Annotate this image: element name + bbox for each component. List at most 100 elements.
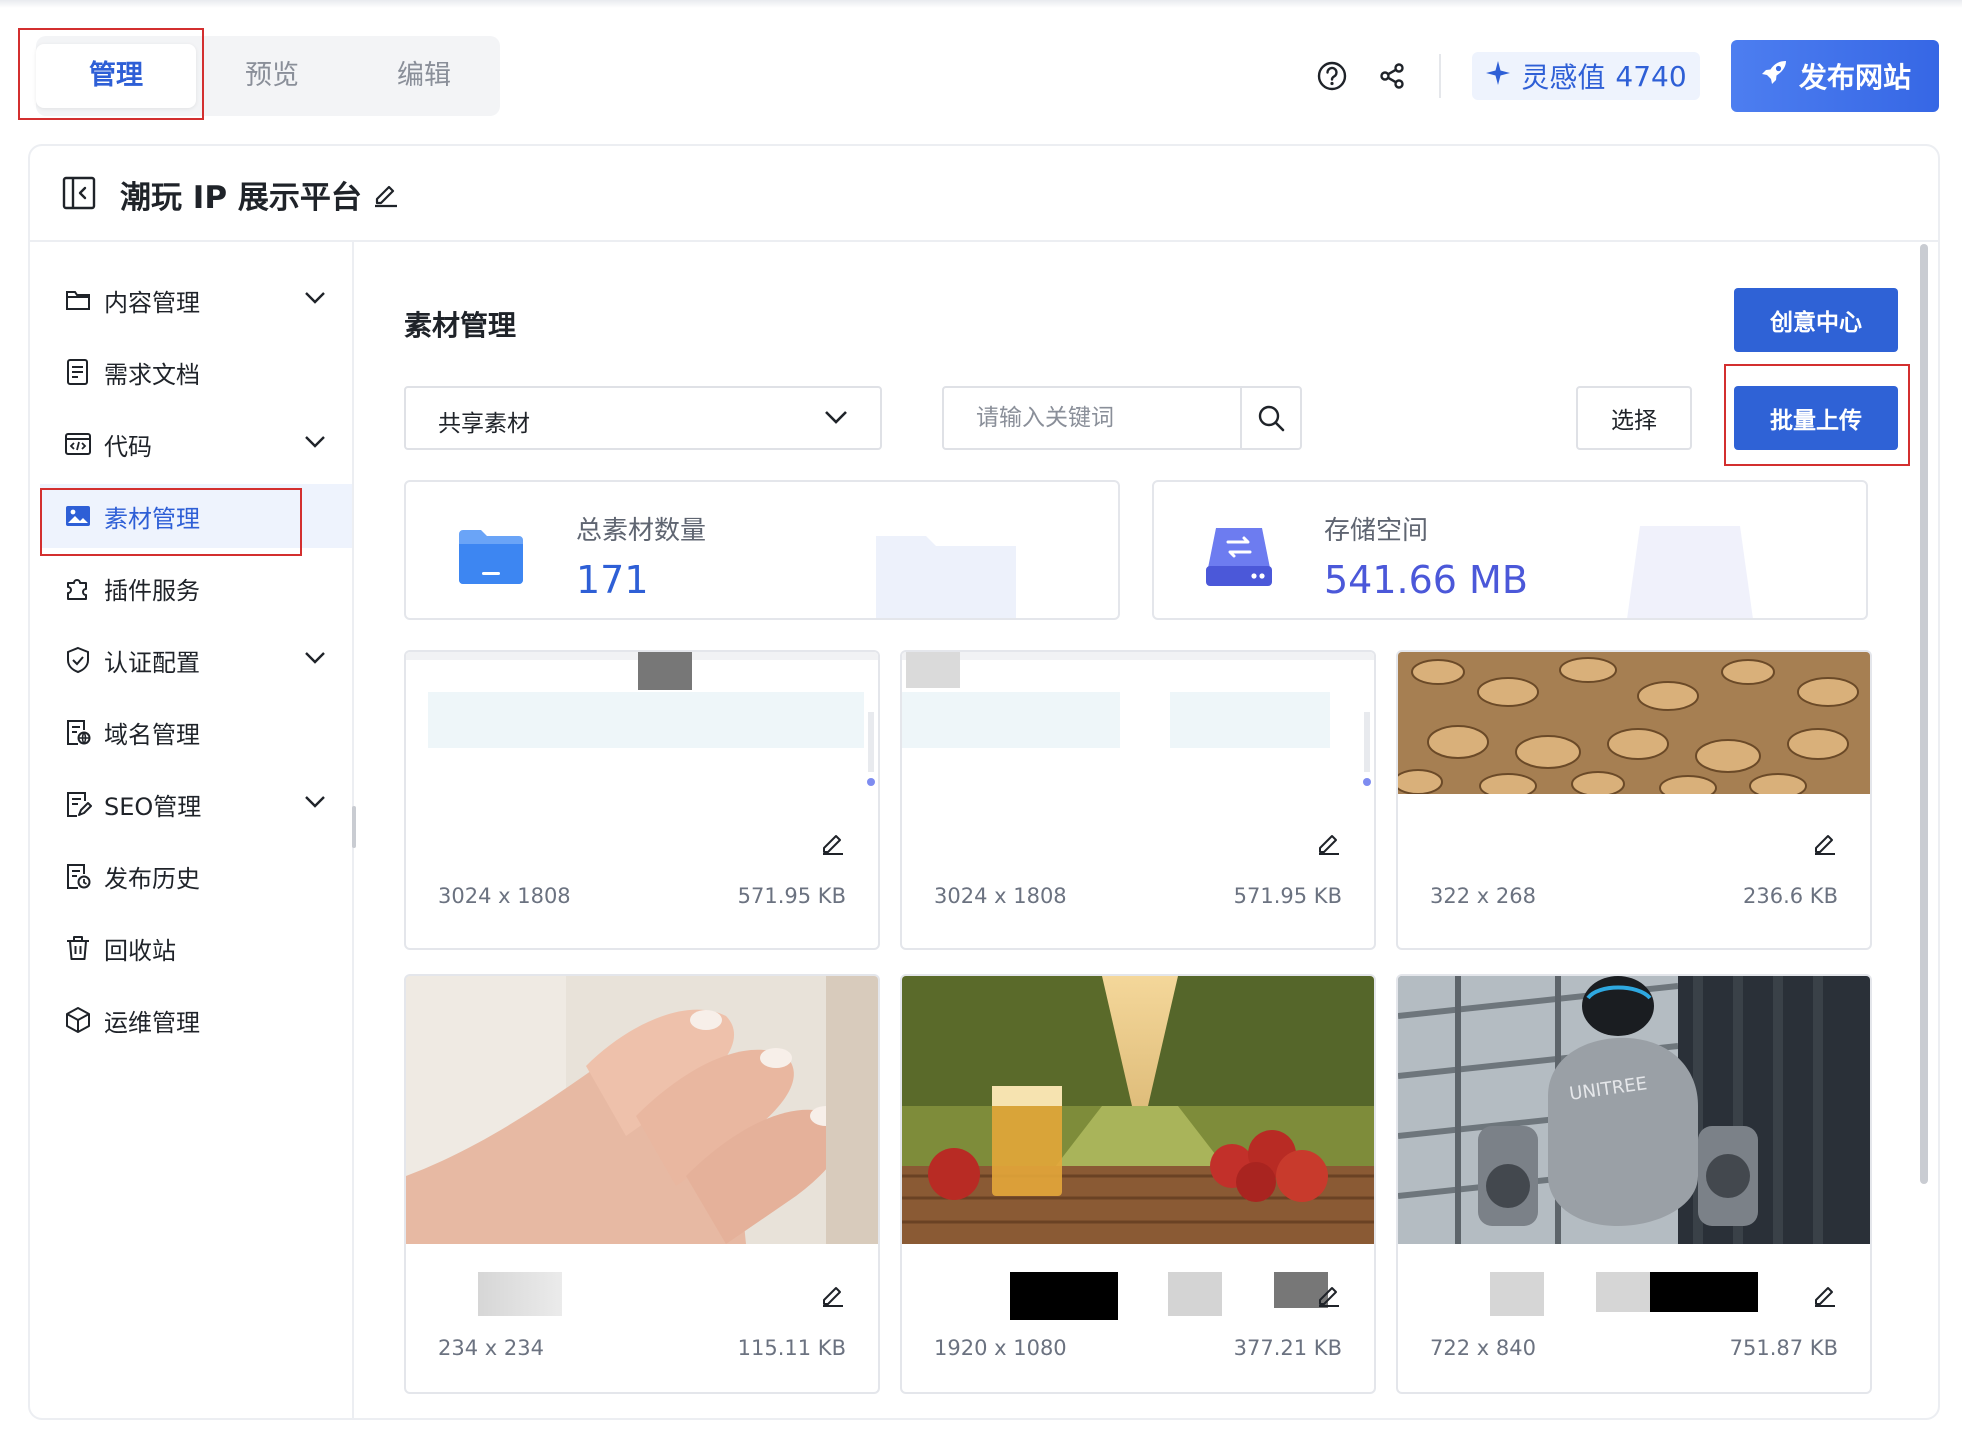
sidebar-item-label: 插件服务	[104, 576, 200, 605]
redacted-filename	[1650, 1272, 1758, 1312]
rocket-icon	[1759, 58, 1789, 95]
sidebar-item-label: 运维管理	[104, 1008, 200, 1037]
drive-watermark-icon	[1624, 526, 1764, 618]
creative-center-button[interactable]: 创意中心	[1734, 288, 1898, 352]
redacted-filename	[478, 1272, 562, 1316]
inspiration-label: 灵感值	[1521, 61, 1606, 94]
sidebar-item-seo[interactable]: SEO管理	[40, 772, 352, 836]
redacted-filename	[1490, 1272, 1544, 1316]
sidebar-item-ops[interactable]: 运维管理	[40, 988, 352, 1052]
edit-icon[interactable]	[820, 830, 846, 860]
folder-icon	[64, 286, 92, 314]
asset-filesize: 571.95 KB	[1233, 884, 1342, 908]
asset-filter-select[interactable]: 共享素材	[404, 386, 882, 450]
sidebar-collapse-icon[interactable]	[62, 176, 96, 214]
sidebar-item-publish-history[interactable]: 发布历史	[40, 844, 352, 908]
sidebar-item-content[interactable]: 内容管理	[40, 268, 352, 332]
trash-icon	[64, 934, 92, 962]
asset-card[interactable]: 234 x 234 115.11 KB	[404, 974, 880, 1394]
edit-icon[interactable]	[820, 1282, 846, 1312]
sidebar-item-domain[interactable]: 域名管理	[40, 700, 352, 764]
stat-storage: 存储空间 541.66 MB	[1152, 480, 1868, 620]
share-icon[interactable]	[1372, 56, 1412, 96]
help-icon[interactable]	[1312, 56, 1352, 96]
edit-title-icon[interactable]	[372, 180, 400, 212]
asset-dimensions: 1920 x 1080	[934, 1336, 1067, 1360]
asset-filesize: 751.87 KB	[1729, 1336, 1838, 1360]
edit-icon[interactable]	[1316, 1282, 1342, 1312]
asset-card[interactable]: UNITREE 722 x 840 751.87 KB	[1396, 974, 1872, 1394]
history-doc-icon	[64, 862, 92, 890]
redacted-filename	[1168, 1272, 1222, 1316]
search-input[interactable]	[944, 388, 1240, 448]
search-box	[942, 386, 1302, 450]
edit-icon[interactable]	[1812, 830, 1838, 860]
chevron-down-icon[interactable]	[304, 290, 326, 309]
sidebar-item-plugins[interactable]: 插件服务	[40, 556, 352, 620]
asset-dimensions: 722 x 840	[1430, 1336, 1536, 1360]
asset-thumbnail[interactable]	[406, 976, 878, 1244]
publish-label: 发布网站	[1798, 61, 1911, 94]
sidebar-item-label: 内容管理	[104, 288, 200, 317]
sidebar-item-label: 回收站	[104, 936, 176, 965]
edit-icon[interactable]	[1812, 1282, 1838, 1312]
chevron-down-icon[interactable]	[304, 794, 326, 813]
top-shadow	[0, 0, 1962, 8]
chevron-down-icon[interactable]	[304, 650, 326, 669]
site-title: 潮玩 IP 展示平台	[120, 180, 362, 216]
asset-thumbnail[interactable]	[406, 652, 878, 794]
sidebar-item-label: 认证配置	[104, 648, 200, 677]
tab-edit[interactable]: 编辑	[348, 44, 500, 108]
redacted-filename	[1596, 1272, 1650, 1312]
sidebar-item-label: 代码	[104, 432, 152, 461]
sidebar-item-label: 需求文档	[104, 360, 200, 389]
sidebar-item-label: 发布历史	[104, 864, 200, 893]
drive-icon	[1204, 522, 1274, 596]
highlight-box-tab	[18, 28, 204, 120]
content-scrollbar[interactable]	[1920, 244, 1928, 1184]
asset-thumbnail[interactable]: UNITREE	[1398, 976, 1870, 1244]
stat-value: 541.66 MB	[1324, 558, 1528, 602]
inspiration-badge[interactable]: 灵感值 4740	[1472, 52, 1700, 100]
domain-doc-icon	[64, 718, 92, 746]
inspiration-value: 4740	[1615, 59, 1687, 93]
sidebar-item-auth[interactable]: 认证配置	[40, 628, 352, 692]
select-button[interactable]: 选择	[1576, 386, 1692, 450]
edit-icon[interactable]	[1316, 830, 1342, 860]
asset-filesize: 115.11 KB	[737, 1336, 846, 1360]
asset-card[interactable]: 3024 x 1808 571.95 KB	[900, 650, 1376, 950]
asset-thumbnail[interactable]	[1398, 652, 1870, 794]
asset-thumbnail[interactable]	[902, 652, 1374, 794]
cube-icon	[64, 1006, 92, 1034]
sidebar: 内容管理 需求文档 代码 素材管理 插件服务 认证配置 域名管理 SEO管理 发…	[30, 242, 354, 1420]
asset-dimensions: 3024 x 1808	[934, 884, 1067, 908]
filter-value: 共享素材	[438, 411, 530, 437]
document-icon	[64, 358, 92, 386]
asset-card[interactable]: 322 x 268 236.6 KB	[1396, 650, 1872, 950]
asset-thumbnail[interactable]	[902, 976, 1374, 1244]
asset-filesize: 377.21 KB	[1233, 1336, 1342, 1360]
sidebar-resize-handle[interactable]	[352, 806, 356, 848]
highlight-box-upload	[1724, 364, 1910, 466]
stat-label: 存储空间	[1324, 516, 1429, 546]
search-icon[interactable]	[1240, 388, 1300, 448]
panel-header: 潮玩 IP 展示平台	[30, 146, 1938, 242]
stat-total-assets: 总素材数量 171	[404, 480, 1120, 620]
sidebar-item-requirements[interactable]: 需求文档	[40, 340, 352, 404]
asset-card[interactable]: 3024 x 1808 571.95 KB	[404, 650, 880, 950]
sidebar-item-label: SEO管理	[104, 792, 202, 821]
asset-card[interactable]: 1920 x 1080 377.21 KB	[900, 974, 1376, 1394]
content-area: 素材管理 创意中心 共享素材 选择 批量上传 总素材数量 171	[356, 242, 1942, 1420]
header-divider	[1439, 54, 1441, 98]
sidebar-item-recycle-bin[interactable]: 回收站	[40, 916, 352, 980]
stat-value: 171	[576, 558, 649, 602]
tab-preview[interactable]: 预览	[196, 44, 348, 108]
sidebar-item-code[interactable]: 代码	[40, 412, 352, 476]
puzzle-icon	[64, 574, 92, 602]
chevron-down-icon[interactable]	[304, 434, 326, 453]
stat-label: 总素材数量	[576, 516, 707, 546]
publish-website-button[interactable]: 发布网站	[1731, 40, 1939, 112]
asset-filesize: 571.95 KB	[737, 884, 846, 908]
shield-check-icon	[64, 646, 92, 674]
chevron-down-icon	[824, 410, 848, 430]
